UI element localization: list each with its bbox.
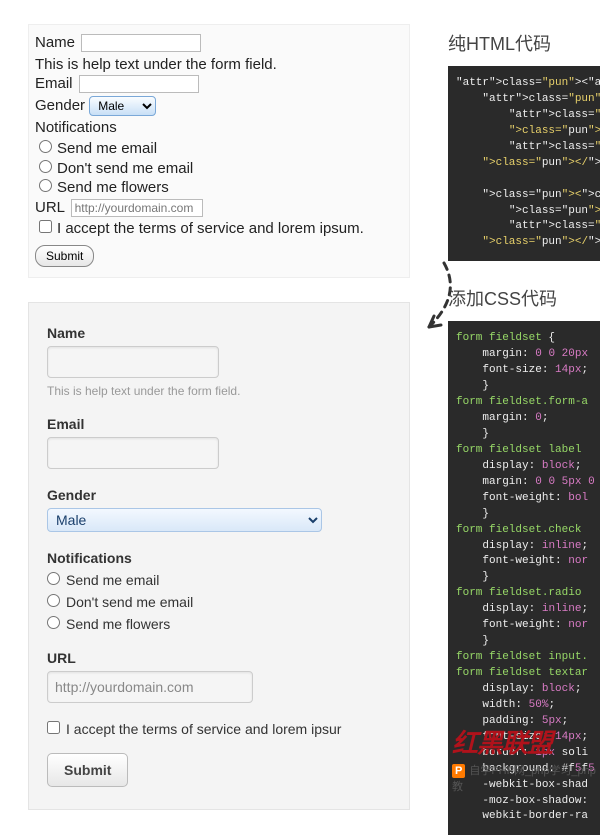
- terms-checkbox[interactable]: [39, 220, 52, 233]
- help-text: This is help text under the form field.: [47, 384, 391, 398]
- gender-label: Gender: [35, 97, 85, 114]
- radio-dont-send[interactable]: [39, 160, 52, 173]
- submit-button[interactable]: Submit: [35, 245, 94, 267]
- terms-label: I accept the terms of service and lorem …: [57, 220, 364, 237]
- radio-label: Don't send me email: [66, 594, 193, 610]
- name-label: Name: [47, 325, 391, 341]
- url-input[interactable]: [47, 671, 253, 703]
- radio-label: Send me flowers: [57, 179, 169, 196]
- radio-label: Send me flowers: [66, 616, 170, 632]
- notifications-label: Notifications: [35, 118, 403, 138]
- radio-flowers[interactable]: [47, 616, 60, 629]
- radio-send-email[interactable]: [47, 572, 60, 585]
- name-input[interactable]: [81, 34, 201, 52]
- radio-label: Send me email: [66, 572, 159, 588]
- pill-icon: P: [452, 764, 465, 778]
- html-code-heading: 纯HTML代码: [448, 30, 600, 56]
- name-input[interactable]: [47, 346, 219, 378]
- radio-label: Don't send me email: [57, 160, 193, 177]
- radio-dont-send[interactable]: [47, 594, 60, 607]
- footer: 红黑联盟 P自学PHP网_php学习_php教: [452, 723, 600, 794]
- email-label: Email: [47, 416, 391, 432]
- unstyled-form-panel: Name This is help text under the form fi…: [28, 24, 410, 278]
- name-label: Name: [35, 34, 75, 51]
- styled-form-panel: Name This is help text under the form fi…: [28, 302, 410, 810]
- terms-checkbox[interactable]: [47, 721, 60, 734]
- gender-select[interactable]: Male: [89, 96, 156, 116]
- gender-select[interactable]: Male: [47, 508, 322, 532]
- url-label: URL: [47, 650, 391, 666]
- url-input[interactable]: [71, 199, 203, 217]
- email-input[interactable]: [47, 437, 219, 469]
- email-input[interactable]: [79, 75, 199, 93]
- css-code-heading: 添加CSS代码: [448, 285, 600, 311]
- radio-label: Send me email: [57, 140, 157, 157]
- gender-label: Gender: [47, 487, 391, 503]
- notifications-label: Notifications: [47, 550, 391, 566]
- url-label: URL: [35, 199, 64, 216]
- email-label: Email: [35, 75, 73, 92]
- html-code-block: "attr">class="pun"><"attr">class="tag">f…: [448, 66, 600, 261]
- footer-text: 自学PHP网_php学习_php教: [452, 765, 596, 793]
- submit-button[interactable]: Submit: [47, 753, 128, 787]
- help-text: This is help text under the form field.: [35, 55, 403, 75]
- brand-text: 红黑联盟: [452, 723, 600, 760]
- radio-flowers[interactable]: [39, 179, 52, 192]
- terms-label: I accept the terms of service and lorem …: [66, 721, 341, 737]
- radio-send-email[interactable]: [39, 140, 52, 153]
